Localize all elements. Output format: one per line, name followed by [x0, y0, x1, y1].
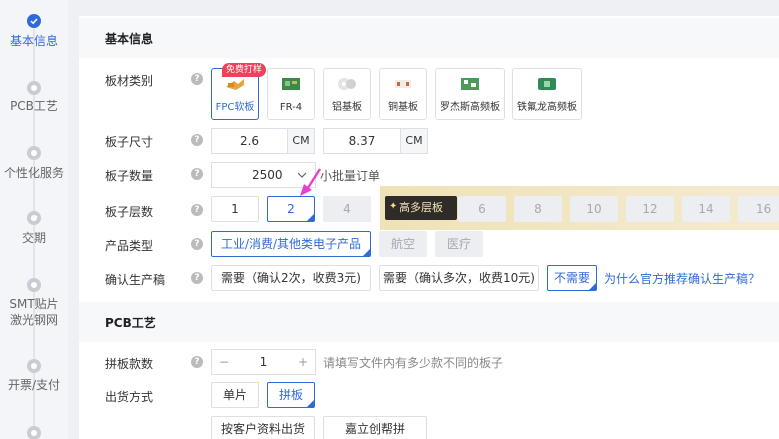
check-icon — [27, 211, 41, 225]
small-batch-hint: 小批量订单 — [320, 169, 381, 183]
layer-option-16[interactable]: 16 — [738, 196, 779, 222]
copper-board-icon — [395, 80, 411, 88]
step-label: 开票/支付 — [7, 378, 61, 392]
panel-count-stepper[interactable]: − 1 + — [211, 349, 316, 375]
section-title: PCB工艺 — [105, 316, 156, 330]
material-label: 板材类别 — [105, 74, 154, 88]
layer-option-12[interactable]: 12 — [626, 196, 674, 222]
layer-option-1[interactable]: 1 — [211, 196, 259, 222]
material-rogers[interactable]: 罗杰斯高频板 — [435, 68, 505, 120]
step-dot-icon — [27, 426, 41, 439]
help-icon[interactable]: ? — [191, 168, 203, 180]
material-ptfe[interactable]: 铁氟龙高频板 — [512, 68, 582, 120]
panel-count-label: 拼板款数 — [105, 357, 154, 371]
ptfe-board-icon — [538, 78, 556, 90]
rogers-board-icon — [461, 78, 479, 90]
step-label: PCB工艺 — [10, 99, 58, 113]
layer-option-2[interactable]: 2 — [267, 196, 315, 222]
confirm-option-none[interactable]: 不需要 — [547, 265, 597, 291]
step-rail: 基本信息 PCB工艺 个性化服务 交期 SMT贴片 激光钢网 开票/支付 — [0, 0, 68, 439]
layers-label: 板子层数 — [105, 205, 154, 219]
confirm-option-multiple[interactable]: 需要（确认多次，收费10元) — [379, 265, 539, 291]
confirm-why-link[interactable]: 为什么官方推荐确认生产稿？ — [604, 270, 760, 287]
confirm-option-twice[interactable]: 需要（确认2次，收费3元) — [211, 265, 371, 291]
section-pcb-header: PCB工艺 — [79, 302, 779, 342]
section-title: 基本信息 — [105, 32, 154, 46]
step-label: 交期 — [21, 231, 46, 245]
step-label: SMT贴片 — [9, 297, 59, 311]
help-icon[interactable]: ? — [191, 238, 203, 250]
material-aluminum[interactable]: 铝基板 — [323, 68, 371, 120]
step-label: 基本信息 — [9, 34, 58, 48]
help-icon[interactable]: ? — [191, 272, 203, 284]
ship-label: 出货方式 — [105, 390, 154, 404]
multilayer-label: 高多层板 — [399, 201, 443, 214]
fr4-board-icon — [282, 78, 300, 90]
ship-option-single[interactable]: 单片 — [211, 382, 259, 408]
height-unit: CM — [400, 128, 428, 154]
height-input[interactable]: 8.37 — [323, 128, 401, 154]
step-dot-icon — [27, 146, 41, 160]
fpc-board-icon — [226, 79, 244, 90]
step-dot-icon — [27, 359, 41, 373]
help-icon[interactable]: ? — [191, 73, 203, 85]
material-name: 铜基板 — [388, 102, 418, 113]
layer-option-10[interactable]: 10 — [570, 196, 618, 222]
width-unit: CM — [287, 128, 315, 154]
material-fr4[interactable]: FR-4 — [267, 68, 315, 120]
plus-button[interactable]: + — [298, 350, 308, 374]
ship-option-panel[interactable]: 拼板 — [267, 382, 315, 408]
confirm-label: 确认生产稿 — [105, 273, 166, 287]
ship-sub-customer[interactable]: 按客户资料出货 — [211, 416, 315, 439]
step-label: 个性化服务 — [3, 166, 64, 180]
step-dot-icon — [27, 278, 41, 292]
step-dot-icon — [27, 81, 41, 95]
ship-sub-jlc[interactable]: 嘉立创帮拼 — [323, 416, 427, 439]
panel-count-hint: 请填写文件内有多少款不同的板子 — [323, 356, 504, 370]
section-basic-header: 基本信息 — [79, 18, 779, 58]
layer-option-4[interactable]: 4 — [323, 196, 371, 222]
help-icon[interactable]: ? — [191, 356, 203, 368]
aluminum-board-icon — [338, 78, 356, 90]
check-icon — [27, 14, 41, 28]
layer-option-6[interactable]: 6 — [458, 196, 506, 222]
step-label-2: 激光钢网 — [9, 313, 58, 327]
minus-button[interactable]: − — [219, 350, 229, 374]
material-name: 铁氟龙高频板 — [517, 102, 577, 113]
help-icon[interactable]: ? — [191, 134, 203, 146]
product-label: 产品类型 — [105, 239, 154, 253]
material-name: 罗杰斯高频板 — [440, 102, 500, 113]
product-option-medical[interactable]: 医疗 — [435, 231, 483, 257]
material-name: 铝基板 — [332, 102, 362, 113]
qty-value: 2500 — [252, 168, 283, 182]
material-name: FPC软板 — [215, 102, 255, 113]
layer-option-14[interactable]: 14 — [682, 196, 730, 222]
free-sample-badge: 免费打样 — [222, 63, 267, 77]
annotation-arrow-icon — [300, 168, 322, 196]
layer-option-8[interactable]: 8 — [514, 196, 562, 222]
panel-count-value: 1 — [259, 355, 268, 369]
multilayer-tag: ✦ 高多层板 — [385, 196, 457, 220]
width-input[interactable]: 2.6 — [211, 128, 288, 154]
size-label: 板子尺寸 — [105, 135, 154, 149]
help-icon[interactable]: ? — [191, 204, 203, 216]
product-option-industrial[interactable]: 工业/消费/其他类电子产品 — [211, 231, 371, 257]
product-option-aviation[interactable]: 航空 — [379, 231, 427, 257]
material-copper[interactable]: 铜基板 — [379, 68, 427, 120]
sparkle-icon: ✦ — [389, 201, 398, 212]
material-name: FR-4 — [279, 102, 303, 113]
qty-label: 板子数量 — [105, 169, 154, 183]
